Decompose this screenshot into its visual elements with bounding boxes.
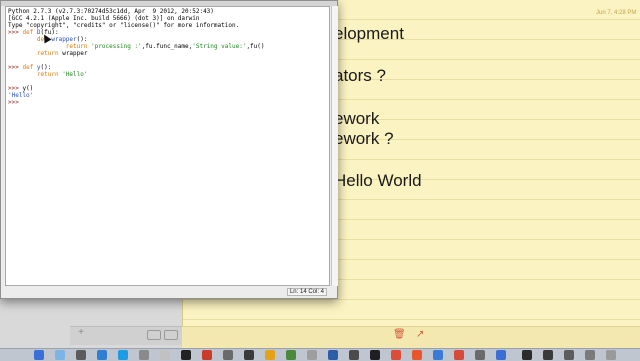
note-date: Jun 7, 4:28 PM	[596, 10, 637, 16]
app-icon[interactable]	[391, 350, 401, 360]
app-icon[interactable]	[97, 350, 107, 360]
note-line: elopment	[334, 24, 404, 43]
app-icon[interactable]	[564, 350, 574, 360]
share-icon[interactable]: ↗	[416, 330, 426, 340]
shell-token: return	[36, 50, 63, 57]
shell-token	[8, 36, 37, 43]
note-line: ework	[334, 109, 380, 128]
shell-output: Python 2.7.3 (v2.7.3:70274d53c1dd, Apr 9…	[8, 8, 265, 106]
shell-token: Type "copyright", "credits" or "license(…	[8, 22, 240, 29]
trash-icon[interactable]: 🗑	[393, 330, 406, 340]
shell-line: return 'processing :',fu.func_name,'Stri…	[8, 43, 265, 50]
shell-token: 'Hello'	[62, 71, 88, 78]
shell-token: def	[22, 29, 37, 36]
shell-line: [GCC 4.2.1 (Apple Inc. build 5666) (dot …	[8, 15, 265, 22]
finder-icon[interactable]	[34, 350, 44, 360]
note-toolbar	[182, 326, 640, 349]
app-icon[interactable]	[139, 350, 149, 360]
shell-token: >>>	[8, 85, 23, 92]
app-icon[interactable]	[496, 350, 506, 360]
shell-token: y()	[22, 85, 34, 92]
app-icon[interactable]	[412, 350, 422, 360]
safari-icon[interactable]	[55, 350, 65, 360]
app-icon[interactable]	[76, 350, 86, 360]
shell-text-area[interactable]: Python 2.7.3 (v2.7.3:70274d53c1dd, Apr 9…	[5, 6, 330, 286]
app-icon[interactable]	[307, 350, 317, 360]
shell-token: >>>	[8, 99, 23, 106]
app-icon[interactable]	[522, 350, 532, 360]
shell-token: 'Hello'	[8, 92, 34, 99]
app-icon[interactable]	[202, 350, 212, 360]
grid-view-button[interactable]	[164, 330, 178, 340]
shell-line: Python 2.7.3 (v2.7.3:70274d53c1dd, Apr 9…	[8, 8, 265, 15]
shell-line: >>> y()	[8, 85, 265, 92]
app-icon[interactable]	[328, 350, 338, 360]
shell-token	[8, 43, 66, 50]
app-icon[interactable]	[118, 350, 128, 360]
terminal-icon[interactable]	[181, 350, 191, 360]
shell-token: 'String value:'	[192, 43, 247, 50]
shell-token: def	[22, 64, 37, 71]
app-icon[interactable]	[454, 350, 464, 360]
shell-token: ,fu.func_name,	[141, 43, 193, 50]
vertical-scrollbar[interactable]	[331, 6, 338, 286]
app-icon[interactable]	[543, 350, 553, 360]
shell-line: Type "copyright", "credits" or "license(…	[8, 22, 265, 29]
shell-token: return	[65, 43, 92, 50]
shell-token: ():	[76, 36, 88, 43]
shell-token: ,fu()	[246, 43, 265, 50]
shell-line: >>>	[8, 99, 265, 106]
list-view-button[interactable]	[147, 330, 161, 340]
app-icon[interactable]	[223, 350, 233, 360]
shell-line: >>> def y():	[8, 64, 265, 71]
shell-token	[8, 50, 37, 57]
app-icon[interactable]	[585, 350, 595, 360]
app-icon[interactable]	[160, 350, 170, 360]
shell-line: 'Hello'	[8, 92, 265, 99]
note-line: Hello World	[334, 171, 422, 190]
plus-icon[interactable]: +	[76, 328, 86, 338]
shell-line: return 'Hello'	[8, 71, 265, 78]
shell-token: 'processing :'	[91, 43, 142, 50]
shell-token: wrapper	[51, 36, 77, 43]
shell-token: >>>	[8, 29, 23, 36]
app-icon[interactable]	[349, 350, 359, 360]
trash-icon[interactable]	[606, 350, 616, 360]
app-icon[interactable]	[286, 350, 296, 360]
shell-token: ():	[40, 64, 52, 71]
app-icon[interactable]	[433, 350, 443, 360]
shell-token: Python 2.7.3 (v2.7.3:70274d53c1dd, Apr 9…	[8, 8, 214, 15]
status-bar: Ln: 14 Col: 4	[5, 287, 330, 298]
note-line: ework ?	[334, 129, 394, 148]
app-icon[interactable]	[475, 350, 485, 360]
shell-line: return wrapper	[8, 50, 265, 57]
app-icon[interactable]	[370, 350, 380, 360]
shell-token: return	[36, 71, 63, 78]
shell-token	[8, 71, 37, 78]
cursor-position: Ln: 14 Col: 4	[286, 288, 327, 296]
shell-token: wrapper	[62, 50, 88, 57]
app-icon[interactable]	[265, 350, 275, 360]
app-icon[interactable]	[244, 350, 254, 360]
note-line: ators ?	[334, 66, 386, 85]
shell-token: >>>	[8, 64, 23, 71]
python-shell-window: Python 2.7.3 (v2.7.3:70274d53c1dd, Apr 9…	[0, 0, 338, 299]
shell-token: [GCC 4.2.1 (Apple Inc. build 5666) (dot …	[8, 15, 200, 22]
